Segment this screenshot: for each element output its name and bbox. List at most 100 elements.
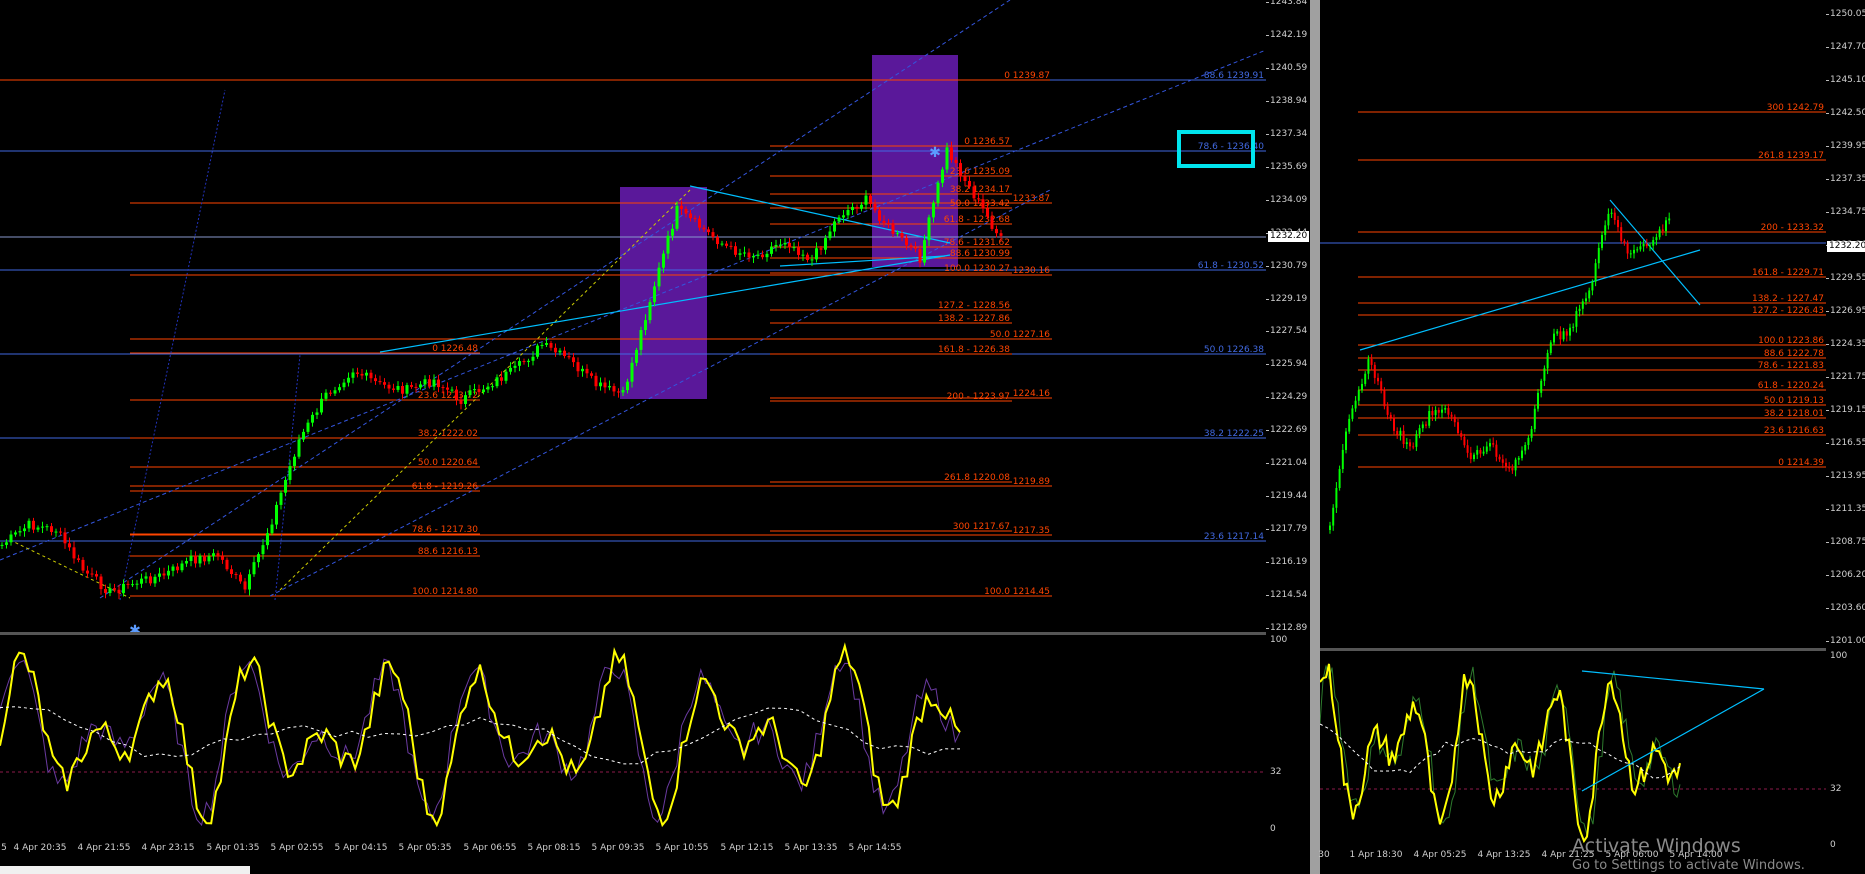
- candle-body: [1569, 327, 1571, 336]
- right-stochastic-oscillator[interactable]: [1320, 651, 1826, 847]
- candle-body: [95, 574, 98, 577]
- left-chart-main-pane[interactable]: 0 1226.48 23.6 1223.72 38.2 1222.02 50.0 12…: [0, 0, 1266, 632]
- candle-body: [869, 195, 872, 205]
- candle-body: [1562, 331, 1565, 340]
- time-tick-label: 4 Apr 05:25: [1413, 850, 1467, 860]
- fib-b-label: 100.0 1230.27: [944, 264, 1010, 274]
- candle-body: [338, 387, 341, 391]
- candle-body: [1469, 452, 1472, 460]
- candle-body: [662, 253, 665, 268]
- candle-body: [1441, 409, 1443, 413]
- right-price-chart[interactable]: 300 1242.79 261.8 1239.17 200 - 1233.32 161…: [1320, 0, 1826, 648]
- candle-body: [320, 398, 323, 413]
- candle-body: [437, 379, 440, 388]
- candle-body: [311, 414, 314, 423]
- candle-body: [360, 373, 364, 376]
- price-tick-mark: [1266, 397, 1269, 399]
- candle-body: [1658, 229, 1661, 238]
- candle-body: [621, 390, 625, 393]
- candle-body: [387, 384, 391, 389]
- candle-body: [882, 220, 886, 223]
- price-tick-mark: [1266, 34, 1269, 36]
- candle-body: [1425, 424, 1427, 426]
- candle-body: [1649, 245, 1651, 247]
- right-oscillator-pane[interactable]: [1320, 651, 1826, 847]
- candle-body: [1572, 326, 1575, 328]
- price-tick-label: 1242.19: [1270, 29, 1308, 40]
- right-fib-label: 78.6 - 1221.83: [1758, 361, 1824, 371]
- candle-body: [1543, 368, 1546, 381]
- price-tick-mark: [1826, 542, 1829, 543]
- left-price-chart[interactable]: 0 1226.4823.6 1223.7238.2 1222.0250.0 12…: [0, 0, 1266, 632]
- price-tick-label: 1224.29: [1270, 392, 1308, 403]
- candle-body: [1341, 449, 1344, 470]
- price-tick-label: 1212.89: [1270, 623, 1308, 633]
- candle-body: [1357, 390, 1360, 401]
- candle-body: [716, 237, 719, 245]
- candle-body: [221, 556, 224, 560]
- fib-b-label: 61.8 - 1232.68: [944, 215, 1010, 225]
- price-tick-label: 1239.95: [1830, 141, 1865, 151]
- candle-body: [468, 390, 472, 396]
- candle-body: [1553, 333, 1555, 343]
- candle-body: [113, 588, 116, 590]
- candle-body: [1636, 249, 1639, 251]
- window-divider[interactable]: [1310, 0, 1320, 874]
- candle-body: [212, 553, 215, 557]
- candle-body: [1402, 430, 1405, 445]
- fib-c-label: 127.2 - 1228.56: [938, 301, 1010, 311]
- time-tick-label: 4 Apr 21:55: [77, 843, 131, 853]
- candle-body: [1354, 400, 1357, 409]
- fib-c-label: 1233.87: [1013, 194, 1050, 204]
- right-fib-label: 300 1242.79: [1767, 103, 1825, 113]
- candle-body: [581, 368, 584, 372]
- candle-body: [1575, 311, 1578, 327]
- candle-body: [684, 209, 688, 214]
- candle-body: [135, 583, 139, 585]
- candle-body: [207, 556, 211, 562]
- candle-body: [18, 531, 22, 533]
- right-chart-main-pane[interactable]: 300 1242.79 261.8 1239.17 200 - 1233.32 161…: [1320, 0, 1826, 648]
- fib-a-label: 61.8 - 1219.26: [412, 482, 478, 492]
- left-stochastic-oscillator[interactable]: [0, 635, 1266, 840]
- candle-body: [1383, 389, 1386, 407]
- candle-body: [351, 372, 355, 378]
- price-tick-mark: [1266, 2, 1269, 3]
- price-tick-mark: [1826, 509, 1829, 510]
- left-scrollbar[interactable]: [0, 866, 250, 874]
- candle-body: [266, 533, 269, 546]
- candle-body: [779, 244, 782, 246]
- fib-c-label: 1230.16: [1013, 266, 1050, 276]
- candle-body: [576, 362, 580, 372]
- candle-body: [513, 365, 517, 368]
- candle-body: [788, 242, 791, 248]
- left-oscillator-pane[interactable]: [0, 635, 1266, 840]
- candle-body: [1473, 454, 1475, 460]
- left-price-axis[interactable]: 1243.84 1242.19 1240.59 1238.94 1237.34 1235.…: [1266, 0, 1310, 633]
- candle-body: [1652, 240, 1655, 246]
- right-price-axis[interactable]: 1250.05 1247.70 1245.10 1242.50 1239.95 1237.…: [1826, 0, 1865, 648]
- candle-body: [1665, 220, 1667, 232]
- candle-body: [963, 176, 967, 181]
- price-tick-mark: [1826, 14, 1829, 15]
- candle-body: [1412, 446, 1415, 448]
- price-tick-label: 1227.54: [1270, 326, 1308, 337]
- price-tick-label: 1243.84: [1270, 0, 1308, 7]
- time-tick-label: 5 Apr 01:35: [206, 843, 260, 853]
- price-tick-mark: [1266, 463, 1269, 465]
- left-time-axis[interactable]: 5 4 Apr 20:35 4 Apr 21:55 4 Apr 23:15 5 Apr …: [0, 840, 1266, 858]
- price-tick-label: 1235.69: [1270, 161, 1308, 172]
- candle-body: [162, 573, 166, 576]
- candle-body: [1556, 331, 1559, 334]
- candle-body: [189, 555, 193, 562]
- candle-body: [666, 235, 670, 254]
- time-tick-label: 5 Apr 12:15: [720, 843, 774, 853]
- time-tick-label: 5 Apr 05:35: [398, 843, 452, 853]
- candle-body: [396, 386, 400, 390]
- candle-body: [1498, 456, 1501, 460]
- price-tick-label: 1237.35: [1830, 174, 1865, 184]
- candle-body: [131, 584, 134, 586]
- candle-body: [630, 362, 634, 382]
- candle-body: [1405, 442, 1408, 445]
- candle-body: [495, 377, 499, 387]
